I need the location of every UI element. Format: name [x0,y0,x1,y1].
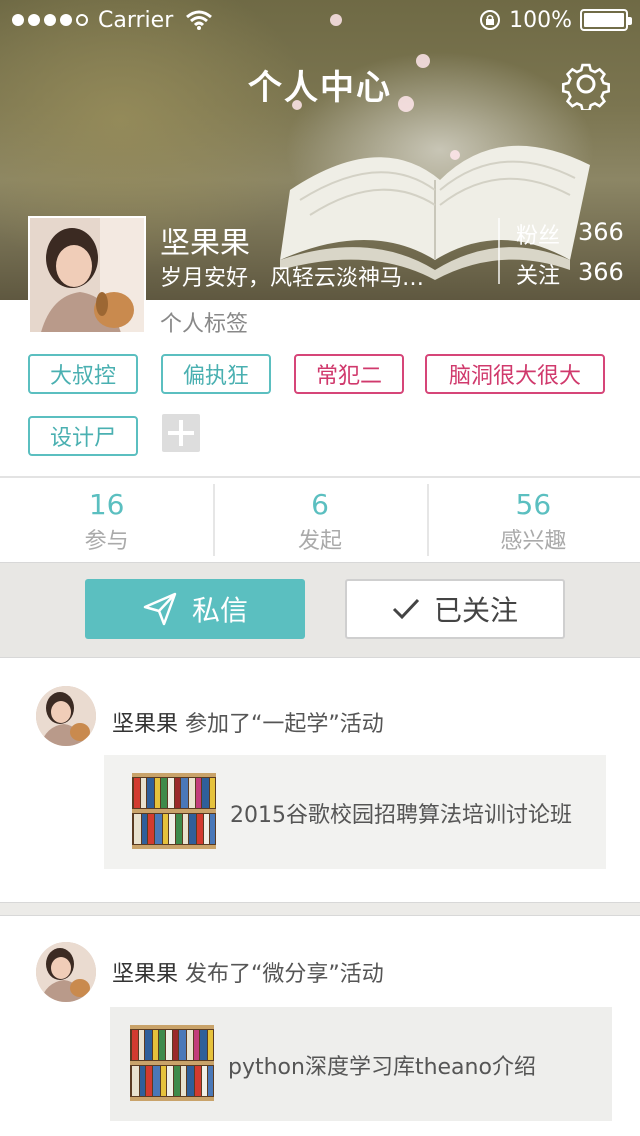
tag-item[interactable]: 脑洞很大很大 [425,354,605,394]
user-motto: 岁月安好，风轻云淡神马… [160,266,425,291]
count-participated[interactable]: 16 参与 [0,478,213,562]
battery-icon [580,9,632,31]
send-icon [143,592,177,626]
action-bar: 私信 已关注 [0,562,640,658]
avatar-photo [36,942,96,1002]
count-label: 发起 [297,529,342,554]
fans-stat[interactable]: 粉丝 366 [516,218,624,250]
fans-label: 粉丝 [516,224,561,249]
avatar[interactable] [28,216,146,334]
battery-percent: 100% [509,7,572,33]
user-name: 坚果果 [160,226,250,261]
following-label: 关注 [516,264,561,289]
divider [498,218,500,284]
sparkle [450,150,460,160]
following-button[interactable]: 已关注 [345,579,565,639]
gear-icon[interactable] [560,58,612,110]
carrier-label: Carrier [98,7,174,33]
activity-card[interactable]: python深度学习库theano介绍 [110,1007,612,1121]
count-initiated[interactable]: 6 发起 [213,478,426,562]
checkmark-icon [392,598,420,620]
fans-count: 366 [578,218,624,246]
tag-item[interactable]: 常犯二 [294,354,404,394]
add-tag-button[interactable] [162,414,200,452]
following-stat[interactable]: 关注 366 [516,258,624,290]
feed-action: 参加了“一起学”活动 [185,712,384,737]
activity-card[interactable]: 2015谷歌校园招聘算法培训讨论班 [104,755,606,869]
feed-action: 发布了“微分享”活动 [185,962,384,987]
message-label: 私信 [191,594,248,627]
feed-user[interactable]: 坚果果 [112,962,178,987]
activity-thumbnail [132,773,216,849]
signal-icon [12,14,88,26]
tag-item[interactable]: 设计尸 [28,416,138,456]
wifi-icon [186,10,213,30]
tags-label: 个人标签 [160,312,249,337]
tag-item[interactable]: 偏执狂 [161,354,271,394]
message-button[interactable]: 私信 [85,579,305,639]
count-number: 56 [515,488,552,521]
activity-title: 2015谷歌校园招聘算法培训讨论班 [230,803,572,828]
divider [0,902,640,916]
count-number: 16 [88,488,125,521]
activity-counts: 16 参与 6 发起 56 感兴趣 [0,478,640,562]
count-label: 感兴趣 [500,529,567,554]
avatar[interactable] [36,686,96,746]
feed-text: 坚果果 参加了“一起学”活动 [112,706,384,738]
activity-thumbnail [130,1025,214,1101]
feed-item[interactable]: 坚果果 发布了“微分享”活动 python深度学习库theano介绍 [0,916,640,1136]
activity-title: python深度学习库theano介绍 [228,1055,536,1080]
status-bar: Carrier 100% [0,0,640,40]
count-number: 6 [311,488,329,521]
page-title: 个人中心 [248,68,392,108]
tag-item[interactable]: 大叔控 [28,354,138,394]
avatar-photo [36,686,96,746]
count-interested[interactable]: 56 感兴趣 [426,478,640,562]
following-count: 366 [578,258,624,286]
following-button-label: 已关注 [433,594,518,627]
avatar-photo [30,218,144,332]
feed-item[interactable]: 坚果果 参加了“一起学”活动 2015谷歌校园招聘算法培训讨论班 [0,658,640,902]
avatar[interactable] [36,942,96,1002]
rotation-lock-icon [480,10,501,30]
feed-text: 坚果果 发布了“微分享”活动 [112,956,384,988]
count-label: 参与 [84,529,129,554]
feed-user[interactable]: 坚果果 [112,712,178,737]
